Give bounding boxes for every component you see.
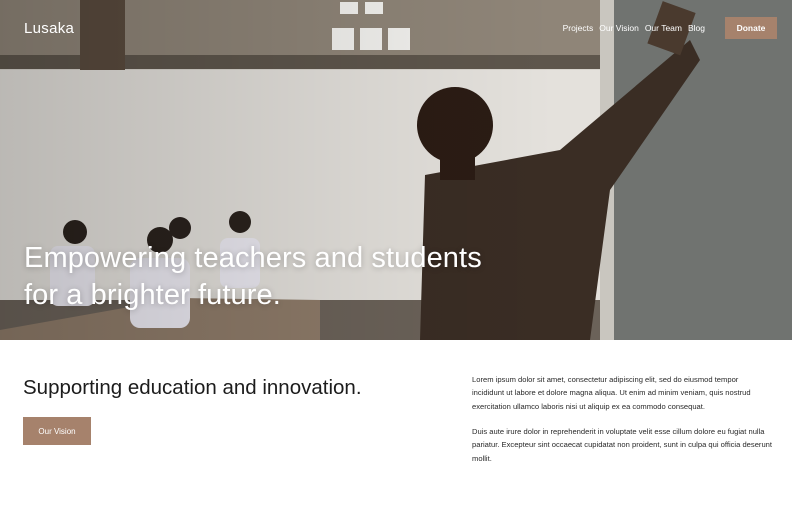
brand-logo[interactable]: Lusaka (24, 20, 74, 37)
hero-headline-line1: Empowering teachers and students (24, 242, 482, 274)
body-paragraph-2: Duis aute irure dolor in reprehenderit i… (472, 427, 773, 463)
main-nav: Projects Our Vision Our Team Blog (563, 23, 705, 33)
nav-link-projects[interactable]: Projects (563, 23, 594, 33)
body-paragraph-1: Lorem ipsum dolor sit amet, consectetur … (472, 375, 751, 411)
hero-headline: Empowering teachers and students for a b… (24, 240, 544, 314)
nav-link-our-vision[interactable]: Our Vision (599, 23, 639, 33)
nav-link-blog[interactable]: Blog (688, 23, 705, 33)
donate-button[interactable]: Donate (725, 17, 777, 39)
site-header: Lusaka Projects Our Vision Our Team Blog… (0, 0, 792, 56)
hero-section: Lusaka Projects Our Vision Our Team Blog… (0, 0, 792, 340)
nav-link-our-team[interactable]: Our Team (645, 23, 682, 33)
our-vision-button[interactable]: Our Vision (23, 417, 91, 445)
section-title: Supporting education and innovation. (23, 376, 362, 399)
hero-headline-line2: for a brighter future. (24, 279, 281, 311)
